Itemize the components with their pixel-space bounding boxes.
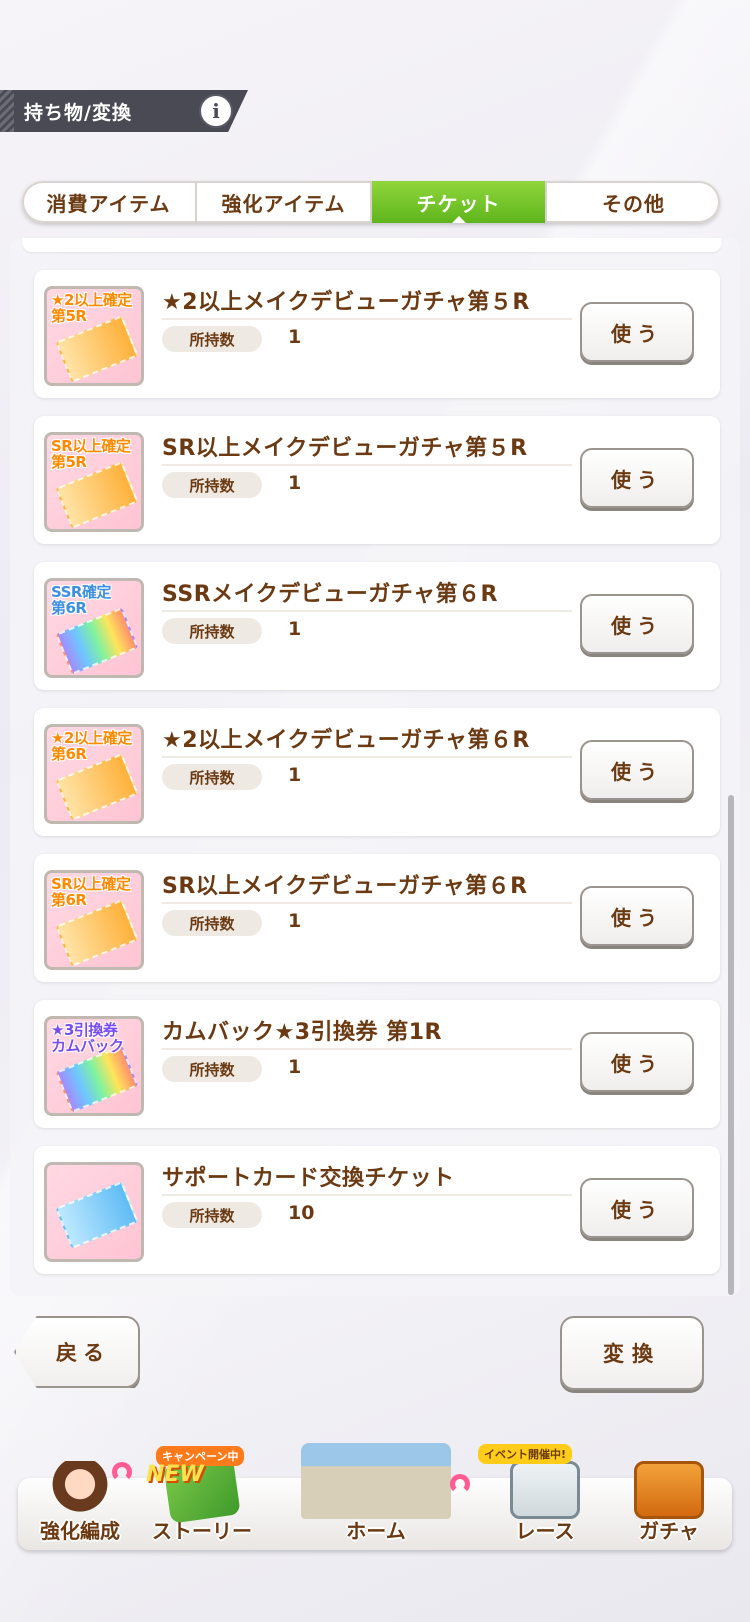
use-button[interactable]: 使う [580,1032,694,1092]
new-badge: NEW [146,1462,204,1487]
list-item: サポートカード交換チケット 所持数 10 使う [34,1146,720,1274]
nav-training-formation[interactable]: 強化編成 [30,1440,130,1550]
ticket-shape [55,753,139,821]
owned-count: 1 [288,1056,302,1078]
list-item: SR以上確定 第5R SR以上メイクデビューガチャ第５R 所持数 1 使う [34,416,720,544]
divider [162,610,572,612]
item-name: SSRメイクデビューガチャ第６R [162,582,498,607]
ticket-badge: SSR確定 第6R [51,583,111,617]
event-badge: イベント開催中! [478,1444,573,1464]
owned-count: 1 [288,326,302,348]
owned-count: 1 [288,764,302,786]
convert-button[interactable]: 変換 [560,1316,704,1390]
list-item: ★3引換券 カムバック カムバック★3引換券 第1R 所持数 1 使う [34,1000,720,1128]
divider [162,1048,572,1050]
use-button[interactable]: 使う [580,302,694,362]
comeback-star3-ticket-icon: ★3引換券 カムバック [44,1016,144,1116]
list-item: SSR確定 第6R SSRメイクデビューガチャ第６R 所持数 1 使う [34,562,720,690]
use-button[interactable]: 使う [580,594,694,654]
owned-label: 所持数 [162,618,262,644]
ticket-badge: SR以上確定 第5R [51,437,131,471]
owned-count: 10 [288,1202,315,1224]
divider [162,902,572,904]
item-name: カムバック★3引換券 第1R [162,1020,442,1045]
info-icon[interactable]: i [199,94,233,128]
support-card-ticket-icon [44,1162,144,1262]
ticket-shape [55,1181,139,1249]
scrollbar[interactable] [728,795,734,1295]
ticket-badge: ★2以上確定 第5R [51,291,132,325]
nav-label: ホーム [346,1519,406,1543]
owned-count: 1 [288,472,302,494]
nav-label: 強化編成 [40,1519,120,1543]
owned-label: 所持数 [162,1202,262,1228]
list-item: ★2以上確定 第6R ★2以上メイクデビューガチャ第６R 所持数 1 使う [34,708,720,836]
nav-label: ガチャ [639,1519,699,1543]
ticket-shape [55,607,139,675]
gacha-gate-icon [634,1461,704,1519]
ticket-shape [55,1045,139,1113]
owned-label: 所持数 [162,910,262,936]
ticket-shape [55,315,139,383]
ticket-badge: SR以上確定 第6R [51,875,131,909]
ssr-6r-ticket-icon: SSR確定 第6R [44,578,144,678]
sr-6r-ticket-icon: SR以上確定 第6R [44,870,144,970]
nav-home[interactable]: ホーム [286,1440,466,1550]
owned-label: 所持数 [162,764,262,790]
divider [162,318,572,320]
owned-count: 1 [288,910,302,932]
tab-enhancement-items[interactable]: 強化アイテム [197,181,372,223]
ticket-badge: ★2以上確定 第6R [51,729,132,763]
use-button[interactable]: 使う [580,740,694,800]
item-name: SR以上メイクデビューガチャ第５R [162,436,528,461]
training-formation-icon [45,1461,115,1519]
nav-label: ストーリー [152,1519,252,1543]
owned-label: 所持数 [162,1056,262,1082]
ticket-shape [55,461,139,529]
item-name: サポートカード交換チケット [162,1166,455,1191]
star2-6r-ticket-icon: ★2以上確定 第6R [44,724,144,824]
refresh-icon [112,1462,132,1482]
star2-5r-ticket-icon: ★2以上確定 第5R [44,286,144,386]
use-button[interactable]: 使う [580,448,694,508]
divider [162,756,572,758]
owned-count: 1 [288,618,302,640]
owned-label: 所持数 [162,472,262,498]
race-gate-icon [510,1461,580,1519]
back-button[interactable]: 戻る [14,1316,140,1388]
nav-gacha[interactable]: ガチャ [614,1440,724,1550]
refresh-icon [450,1474,470,1494]
home-building-icon [301,1443,451,1519]
owned-label: 所持数 [162,326,262,352]
use-button[interactable]: 使う [580,1178,694,1238]
divider [162,1194,572,1196]
tab-others[interactable]: その他 [547,181,720,223]
item-name: SR以上メイクデビューガチャ第６R [162,874,528,899]
item-name: ★2以上メイクデビューガチャ第６R [162,728,530,753]
page-title: 持ち物/変換 [24,101,132,124]
ticket-shape [55,899,139,967]
tab-tickets[interactable]: チケット [372,181,547,223]
category-tabs: 消費アイテム 強化アイテム チケット その他 [22,181,720,223]
ticket-badge: ★3引換券 カムバック [51,1021,124,1055]
list-item-partial [22,238,722,252]
nav-label: レース [515,1519,575,1543]
divider [162,464,572,466]
tab-consumable-items[interactable]: 消費アイテム [22,181,197,223]
list-item: SR以上確定 第6R SR以上メイクデビューガチャ第６R 所持数 1 使う [34,854,720,982]
list-item: ★2以上確定 第5R ★2以上メイクデビューガチャ第５R 所持数 1 使う [34,270,720,398]
sr-5r-ticket-icon: SR以上確定 第5R [44,432,144,532]
use-button[interactable]: 使う [580,886,694,946]
item-name: ★2以上メイクデビューガチャ第５R [162,290,530,315]
